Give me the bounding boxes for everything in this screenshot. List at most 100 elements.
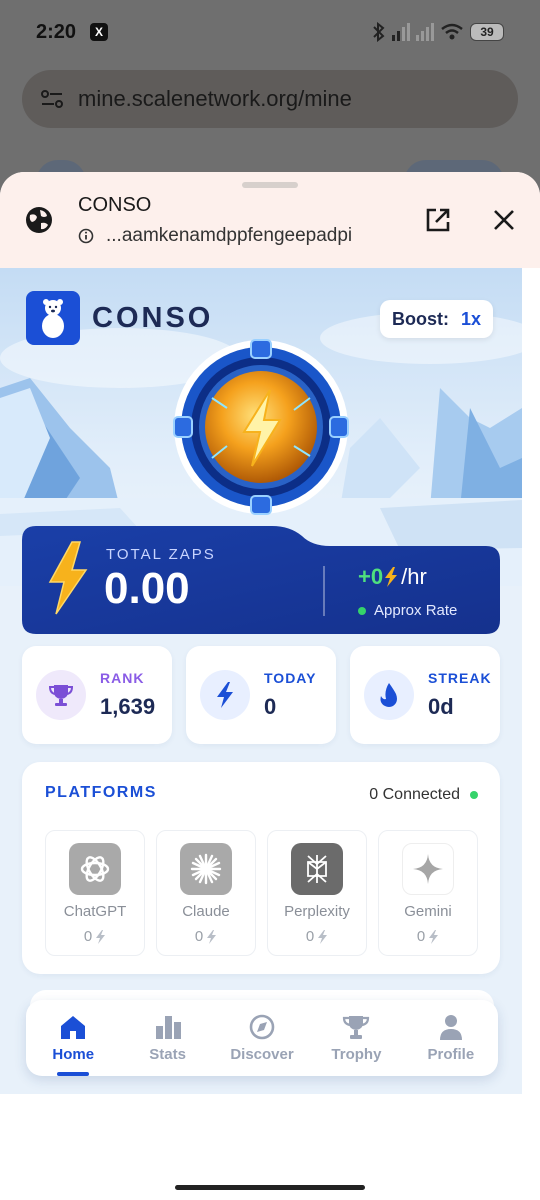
drag-handle[interactable] [242,182,298,188]
platforms-title: PLATFORMS [45,784,157,801]
bolt-icon [318,929,328,944]
conso-logo [26,291,80,345]
battery-indicator: 39 [470,23,504,41]
streak-value: 0d [428,694,454,719]
sheet-url: ...aamkenamdppfengeepadpi [106,224,353,246]
platform-gemini[interactable]: Gemini 0 [378,830,478,956]
status-dot [470,791,478,799]
sheet-title: CONSO [78,193,152,216]
chatgpt-logo-icon [69,843,121,895]
platform-score: 0 [84,928,106,945]
compass-icon [249,1014,275,1040]
boost-label: Boost: [392,308,449,329]
nav-label: Trophy [331,1046,382,1063]
approx-rate-label: Approx Rate [374,602,458,619]
profile-icon [439,1015,462,1040]
gemini-logo-icon [402,843,454,895]
brand-name: CONSO [92,302,214,334]
bolt-icon [385,567,398,587]
platform-score: 0 [195,928,217,945]
signal-icon [392,23,410,41]
nav-label: Stats [149,1046,186,1063]
boost-badge[interactable]: Boost: 1x [380,300,494,338]
nav-home[interactable]: Home [26,1000,120,1076]
open-external-icon[interactable] [424,206,452,234]
nav-label: Profile [427,1046,475,1063]
perplexity-logo-icon [291,843,343,895]
nav-profile[interactable]: Profile [404,1000,498,1076]
platform-claude[interactable]: Claude 0 [156,830,256,956]
mining-orb-button[interactable] [172,338,350,516]
stats-icon [155,1016,181,1039]
platform-name: Gemini [404,903,452,920]
rank-card[interactable]: RANK 1,639 [22,646,172,744]
platform-score-value: 0 [416,928,426,945]
bottom-nav: Home Stats Discover Trophy Profile [26,1000,498,1076]
browser-url-bar[interactable]: mine.scalenetwork.org/mine [22,70,518,128]
claude-logo-icon [180,843,232,895]
browser-url-text: mine.scalenetwork.org/mine [78,86,352,111]
stats-row: RANK 1,639 TODAY 0 STREAK 0d [22,646,500,744]
info-icon[interactable] [78,228,94,244]
x-app-icon: X [90,23,109,41]
total-zaps-value: 0.00 [104,564,190,613]
globe-icon [26,207,52,233]
platform-name: Perplexity [284,903,350,920]
status-bar: 2:20 X 39 [0,0,540,64]
bluetooth-icon [373,22,385,42]
home-icon [61,1016,86,1039]
status-icons: 39 [372,22,504,42]
nav-label: Home [52,1046,95,1063]
signal-icon-2 [416,23,434,41]
nav-label: Discover [230,1046,294,1063]
platform-score-value: 0 [305,928,315,945]
rank-value: 1,639 [100,694,156,719]
rank-label: RANK [100,670,145,686]
today-card[interactable]: TODAY 0 [186,646,336,744]
today-value: 0 [264,694,277,719]
active-indicator [57,1072,90,1076]
rate-unit: /hr [401,564,427,589]
trophy-icon [36,670,86,720]
flame-icon [364,670,414,720]
trophy-icon [343,1016,370,1039]
nav-stats[interactable]: Stats [120,1000,214,1076]
approx-rate: Approx Rate [358,602,457,619]
background-browser: 2:20 X 39 mine.scalenetwork.org/mine [0,0,540,200]
close-icon[interactable] [492,208,516,232]
streak-card[interactable]: STREAK 0d [350,646,500,744]
conso-app: CONSO Boost: 1x TOTAL ZAPS 0.00 +0 /hr A… [0,268,522,1094]
total-zaps-label: TOTAL ZAPS [106,546,216,563]
connected-count: 0 Connected [369,786,460,803]
total-zaps-card: TOTAL ZAPS 0.00 +0 /hr Approx Rate [22,526,500,634]
bolt-icon [200,670,250,720]
bolt-icon [207,929,217,944]
nav-discover[interactable]: Discover [215,1000,309,1076]
site-settings-icon[interactable] [40,88,64,110]
rate-value: +0 [358,564,384,589]
nav-trophy[interactable]: Trophy [309,1000,403,1076]
platform-list: ChatGPT 0 Claude 0 Perplexity 0 Gemini 0 [45,830,478,956]
connected-status: 0 Connected [369,786,478,804]
status-dot [358,606,366,615]
platform-score-value: 0 [194,928,204,945]
zap-rate: +0 /hr [358,564,427,590]
status-time: 2:20 [36,20,77,43]
platform-name: ChatGPT [63,903,127,920]
platform-name: Claude [182,903,230,920]
platform-score-value: 0 [83,928,93,945]
sheet-header: CONSO ...aamkenamdppfengeepadpi [0,172,540,268]
webapp-sheet: CONSO ...aamkenamdppfengeepadpi CONSO Bo… [0,172,540,1200]
bolt-icon [429,929,439,944]
today-label: TODAY [264,670,317,686]
platform-chatgpt[interactable]: ChatGPT 0 [45,830,145,956]
polar-bear-icon [42,299,64,338]
home-indicator[interactable] [175,1185,365,1190]
bolt-icon [96,929,106,944]
platforms-card: PLATFORMS 0 Connected ChatGPT 0 Claude 0… [22,762,500,974]
platform-score: 0 [417,928,439,945]
streak-label: STREAK [428,670,492,686]
platform-perplexity[interactable]: Perplexity 0 [267,830,367,956]
boost-value: 1x [461,308,482,329]
lightning-bolt-icon [48,541,88,615]
